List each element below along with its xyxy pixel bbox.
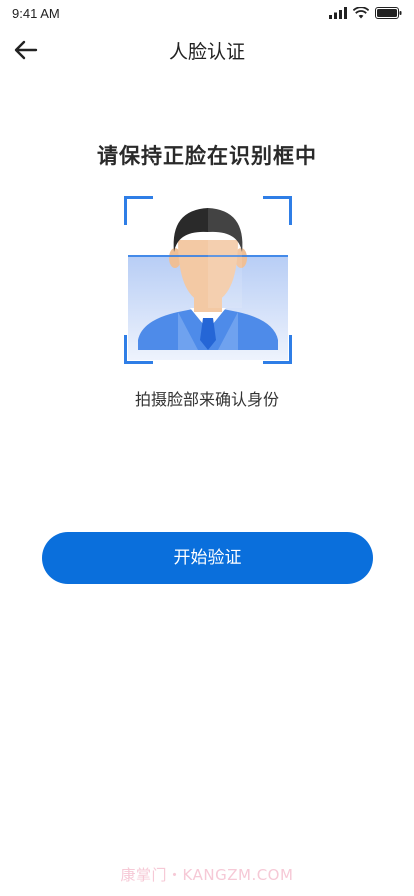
frame-corner-bottom-left (124, 335, 153, 364)
subtitle-text: 拍摄脸部来确认身份 (134, 390, 279, 409)
frame-corner-bottom-right (263, 335, 292, 364)
watermark: 康掌门・KANGZM.COM (120, 866, 294, 884)
status-bar: 9:41 AM (0, 0, 414, 28)
instruction-text: 请保持正脸在识别框中 (97, 144, 317, 168)
nav-bar: 人脸认证 (0, 28, 414, 72)
frame-corner-top-right (263, 196, 292, 225)
start-verification-button[interactable]: 开始验证 (42, 532, 373, 584)
page-title: 人脸认证 (168, 41, 245, 63)
status-time: 9:41 AM (12, 6, 60, 21)
signal-icon (329, 7, 347, 19)
wifi-icon (353, 7, 369, 19)
status-icons (329, 6, 402, 20)
battery-icon (375, 7, 402, 19)
face-scan-frame (124, 196, 292, 364)
frame-corner-top-left (124, 196, 153, 225)
